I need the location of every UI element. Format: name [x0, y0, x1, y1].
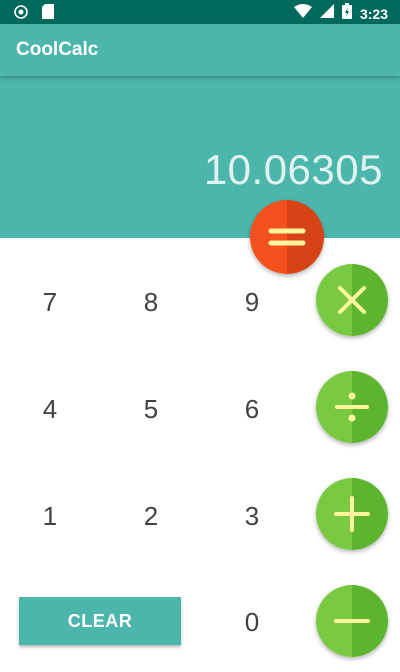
subtract-button[interactable]	[316, 585, 388, 657]
sd-card-icon	[42, 4, 54, 24]
equals-icon	[268, 228, 306, 246]
app-bar: CoolCalc	[0, 24, 400, 76]
wifi-icon	[293, 4, 312, 23]
app-title: CoolCalc	[16, 39, 99, 60]
digit-4-button[interactable]: 4	[10, 379, 90, 439]
status-time: 3:23	[359, 5, 388, 22]
result-display: 10.06305	[0, 76, 400, 238]
digit-3-button[interactable]: 3	[212, 486, 292, 546]
status-bar: 3:23	[0, 0, 400, 24]
digit-2-button[interactable]: 2	[111, 486, 191, 546]
clear-button[interactable]: CLEAR	[19, 597, 181, 645]
battery-icon	[341, 3, 352, 24]
divide-icon	[335, 392, 369, 422]
divide-button[interactable]	[316, 371, 388, 443]
multiply-button[interactable]	[316, 264, 388, 336]
cell-signal-icon	[319, 4, 334, 23]
plus-icon	[334, 496, 370, 532]
digit-5-button[interactable]: 5	[111, 379, 191, 439]
equals-button[interactable]	[250, 200, 324, 274]
digit-6-button[interactable]: 6	[212, 379, 292, 439]
result-value: 10.06305	[203, 146, 383, 193]
digit-1-button[interactable]: 1	[10, 486, 90, 546]
multiply-icon	[338, 286, 366, 314]
app-notification-icon	[14, 4, 28, 24]
add-button[interactable]	[316, 478, 388, 550]
minus-icon	[334, 619, 370, 623]
digit-7-button[interactable]: 7	[10, 272, 90, 332]
digit-0-button[interactable]: 0	[212, 592, 292, 652]
digit-9-button[interactable]: 9	[212, 272, 292, 332]
digit-8-button[interactable]: 8	[111, 272, 191, 332]
